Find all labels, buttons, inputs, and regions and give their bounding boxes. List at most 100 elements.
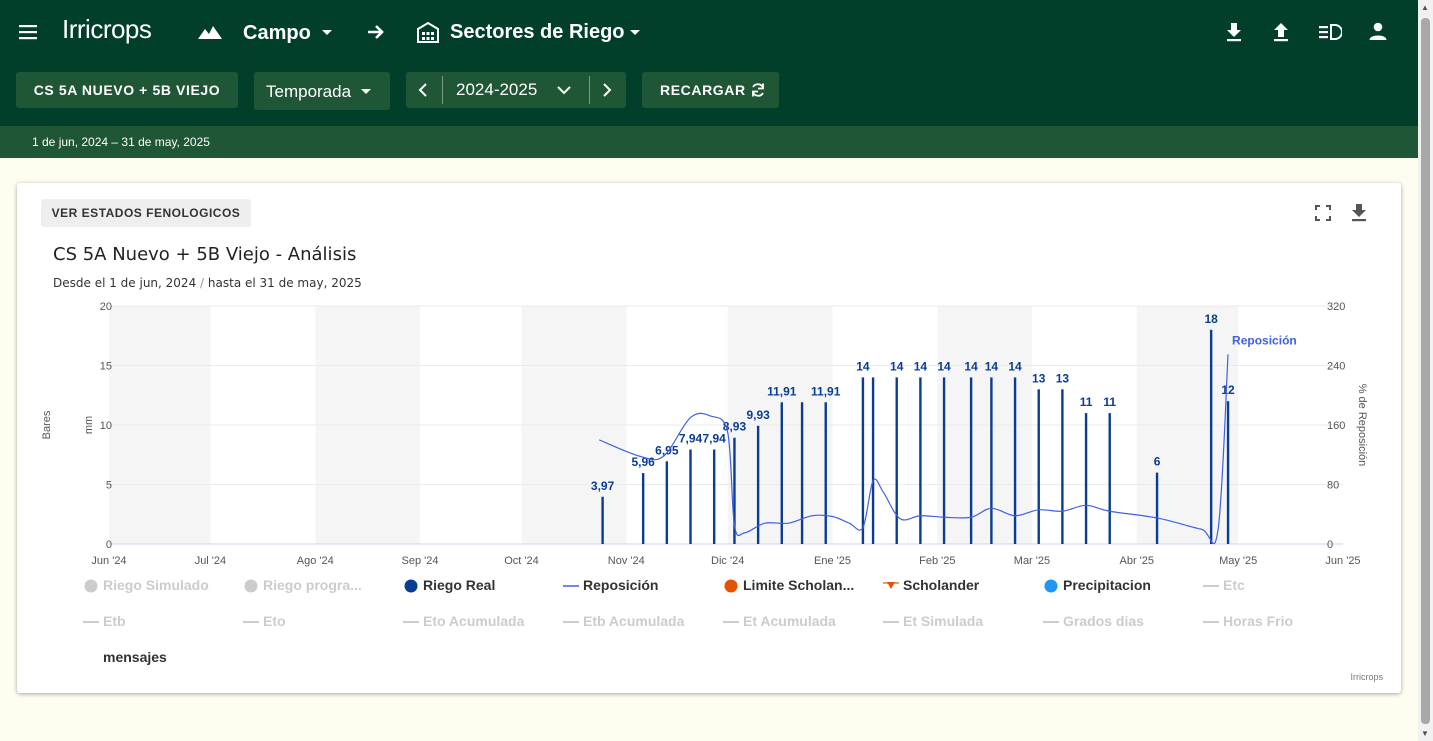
arrow-right-icon <box>368 25 384 39</box>
date-range-text: 1 de jun, 2024 – 31 de may, 2025 <box>32 135 210 149</box>
bar-data-label: 6,95 <box>655 443 679 457</box>
bar-riego-real <box>689 449 692 544</box>
legend-marker <box>244 579 258 593</box>
sectores-selector[interactable]: Sectores de Riego <box>450 21 625 44</box>
x-tick-label: Oct '24 <box>504 555 539 567</box>
chart-credits: Irricrops <box>1350 672 1383 682</box>
scroll-thumb[interactable] <box>1421 18 1430 724</box>
legend-symbol <box>1044 579 1058 593</box>
legend-label: Precipitacion <box>1063 577 1151 593</box>
x-tick-label: Jul '24 <box>195 555 226 567</box>
legend-symbol <box>563 585 579 587</box>
y-left-tick-label: 20 <box>100 301 112 313</box>
legend-symbol <box>83 621 99 623</box>
subtitle-separator: / <box>200 276 205 290</box>
chart-title: CS 5A Nuevo + 5B Viejo - Análisis <box>53 244 357 265</box>
bar-riego-real <box>1061 389 1064 544</box>
legend-symbol <box>724 579 738 593</box>
prev-season-icon[interactable] <box>418 83 428 97</box>
period-select[interactable]: Temporada <box>254 72 390 110</box>
legend-label: mensajes <box>103 649 167 665</box>
download-icon[interactable] <box>1225 22 1243 42</box>
legend-symbol <box>883 582 899 589</box>
sector-button[interactable]: CS 5A NUEVO + 5B VIEJO <box>16 72 238 108</box>
chevron-down-icon[interactable] <box>629 29 641 37</box>
menu-icon[interactable] <box>18 22 38 42</box>
upload-icon[interactable] <box>1272 22 1290 42</box>
page-scrollbar[interactable]: ▲ ▼ <box>1418 0 1433 741</box>
bar-data-label: 3,97 <box>591 479 615 493</box>
scroll-down-icon[interactable]: ▼ <box>1421 729 1429 738</box>
bar-riego-real <box>601 496 604 544</box>
legend-marker <box>404 579 418 593</box>
legend-label: Riego Real <box>423 577 496 593</box>
legend-label: Riego progra... <box>263 577 362 593</box>
account-icon[interactable] <box>1368 21 1388 41</box>
legend-label: Etc <box>1223 577 1245 593</box>
line-end-label: Reposición <box>1232 333 1297 347</box>
x-tick-label: Nov '24 <box>608 555 645 567</box>
x-tick-label: Feb '25 <box>919 555 955 567</box>
y-left-tick-label: 10 <box>100 420 112 432</box>
y-right-tick-label: 320 <box>1327 301 1345 313</box>
legend-symbol <box>563 621 579 623</box>
y-left-tick-label: 0 <box>106 539 112 551</box>
chevron-down-icon[interactable] <box>321 29 333 37</box>
fullscreen-icon[interactable] <box>1315 205 1331 221</box>
legend-label: Horas Frio <box>1223 613 1294 629</box>
subtitle-to: hasta el 31 de may, 2025 <box>207 276 362 290</box>
y-right-tick-label: 160 <box>1327 420 1345 432</box>
bar-data-label: 14 <box>964 359 978 373</box>
bar-riego-real <box>1037 389 1040 544</box>
bar-riego-real <box>824 402 827 544</box>
y-left-tick-label: 15 <box>100 361 112 373</box>
legend-label: Eto <box>263 613 286 629</box>
y-axis-right-title: % de Reposición <box>1356 384 1368 467</box>
legend-symbol <box>403 621 419 623</box>
divider <box>589 76 590 104</box>
bar-riego-real <box>641 473 645 544</box>
bar-riego-real <box>871 377 875 544</box>
line-reposicion <box>598 354 1229 545</box>
legend-label: Grados dias <box>1063 613 1144 629</box>
period-select-value: Temporada <box>266 82 352 101</box>
reload-button[interactable]: RECARGAR <box>642 72 779 108</box>
x-tick-label: Ene '25 <box>814 555 851 567</box>
y-right-tick-label: 0 <box>1327 539 1333 551</box>
bar-riego-real <box>919 377 922 544</box>
legend-label: Et Acumulada <box>743 613 836 629</box>
legend-symbol <box>1043 621 1059 623</box>
campo-selector[interactable]: Campo <box>243 22 311 45</box>
bar-riego-real <box>990 377 993 544</box>
x-tick-label: Ago '24 <box>297 555 334 567</box>
y-left-tick-label: 5 <box>106 480 112 492</box>
legend-symbol <box>244 579 258 593</box>
bar-riego-real <box>969 377 973 544</box>
download-icon[interactable] <box>1351 203 1367 222</box>
bar-data-label: 14 <box>937 359 951 373</box>
bar-data-label: 14 <box>914 359 928 373</box>
legend-symbol <box>84 579 98 593</box>
bar-data-label: 6 <box>1154 455 1161 469</box>
legend-symbol <box>404 579 418 593</box>
reload-label: RECARGAR <box>660 82 746 98</box>
bar-riego-real <box>861 377 865 544</box>
warehouse-icon <box>417 21 439 43</box>
legend-label: Riego Simulado <box>103 577 209 593</box>
chevron-down-icon <box>361 89 371 94</box>
season-selector: 2024-2025 <box>406 72 626 108</box>
bar-riego-real <box>1226 401 1230 544</box>
bar-data-label: 14 <box>890 359 904 373</box>
legend-marker <box>1044 579 1058 593</box>
legend-marker <box>887 582 895 589</box>
chevron-down-icon[interactable] <box>557 85 571 95</box>
list-view-icon[interactable] <box>1318 22 1342 42</box>
season-value[interactable]: 2024-2025 <box>456 80 537 100</box>
next-season-icon[interactable] <box>602 83 612 97</box>
bar-data-label: 9,93 <box>746 408 770 422</box>
app-logo[interactable]: Irricrops <box>62 14 152 45</box>
fenologicos-button[interactable]: VER ESTADOS FENOLOGICOS <box>41 199 251 227</box>
bar-riego-real <box>800 402 804 544</box>
scroll-up-icon[interactable]: ▲ <box>1421 3 1429 12</box>
x-tick-label: Dic '24 <box>711 555 744 567</box>
